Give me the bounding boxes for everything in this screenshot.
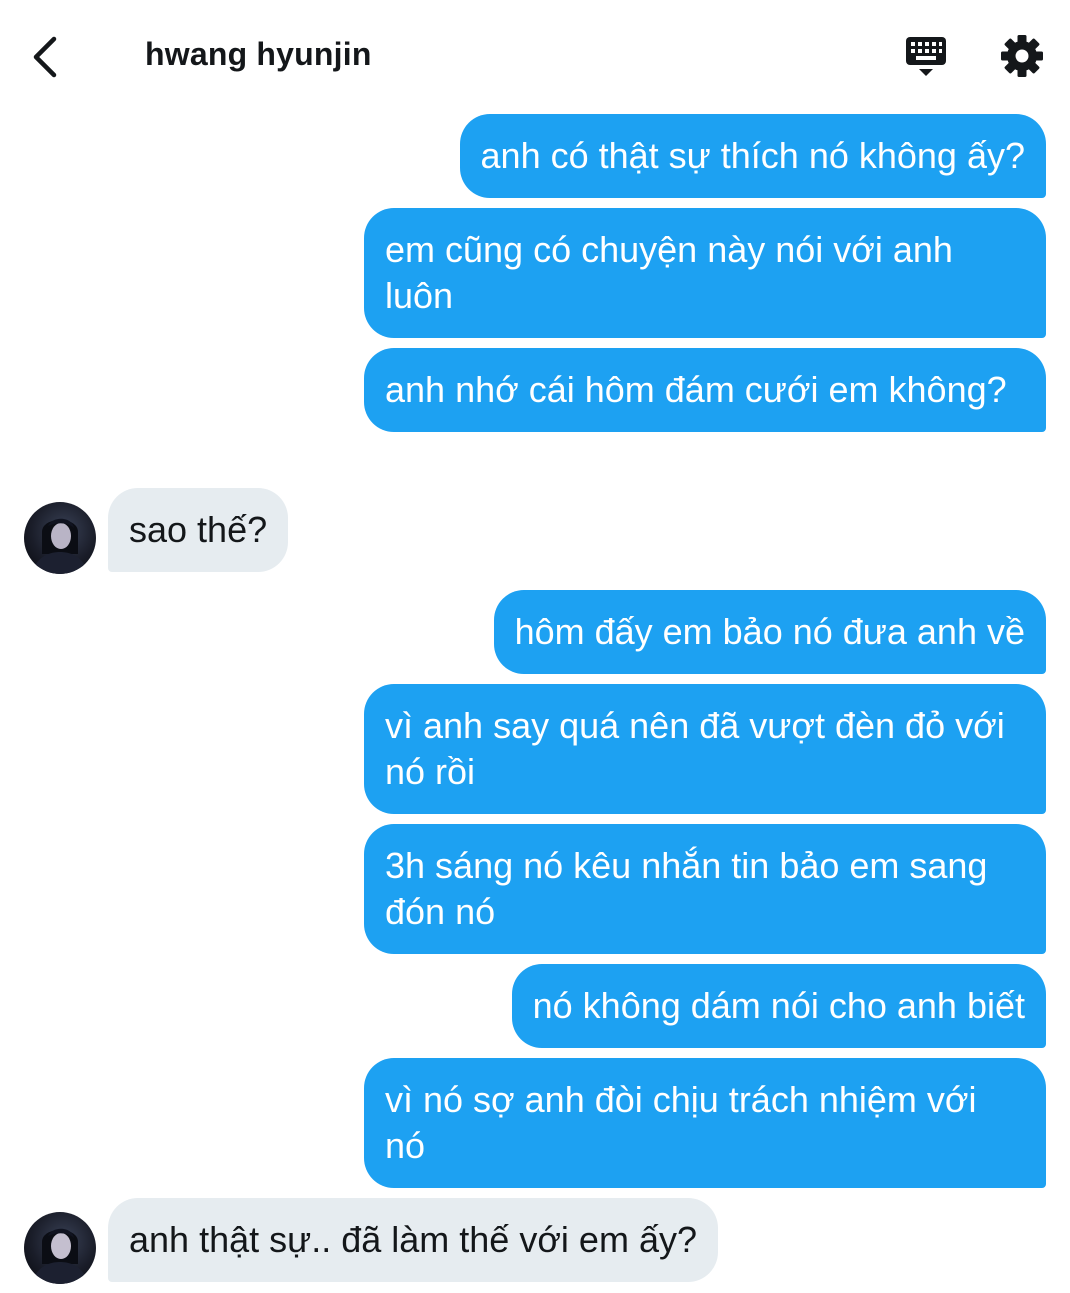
conversation-title: hwang hyunjin — [145, 36, 372, 72]
settings-button[interactable] — [998, 32, 1046, 80]
sent-message[interactable]: anh nhớ cái hôm đám cưới em không? — [364, 348, 1046, 432]
back-button[interactable] — [22, 30, 68, 84]
conversation-header: hwang hyunjin — [0, 0, 1070, 110]
chevron-left-icon — [33, 36, 57, 78]
received-message[interactable]: sao thế? — [108, 488, 289, 572]
sent-message[interactable]: nó không dám nói cho anh biết — [511, 964, 1046, 1048]
sent-message[interactable]: 3h sáng nó kêu nhắn tin bảo em sang đón … — [364, 824, 1046, 954]
sent-message[interactable]: hôm đấy em bảo nó đưa anh về — [493, 590, 1046, 674]
keyboard-button[interactable] — [902, 32, 950, 80]
avatar[interactable] — [24, 502, 96, 574]
sent-message[interactable]: anh có thật sự thích nó không ấy? — [459, 114, 1046, 198]
avatar[interactable] — [24, 1212, 96, 1284]
sent-message[interactable]: vì anh say quá nên đã vượt đèn đỏ với nó… — [364, 684, 1046, 814]
gear-icon — [1001, 35, 1043, 77]
sent-message[interactable]: em cũng có chuyện này nói với anh luôn — [364, 208, 1046, 338]
received-message[interactable]: anh thật sự.. đã làm thế với em ấy? — [108, 1198, 718, 1282]
sent-message[interactable]: vì nó sợ anh đòi chịu trách nhiệm với nó — [364, 1058, 1046, 1188]
keyboard-icon — [906, 37, 946, 76]
